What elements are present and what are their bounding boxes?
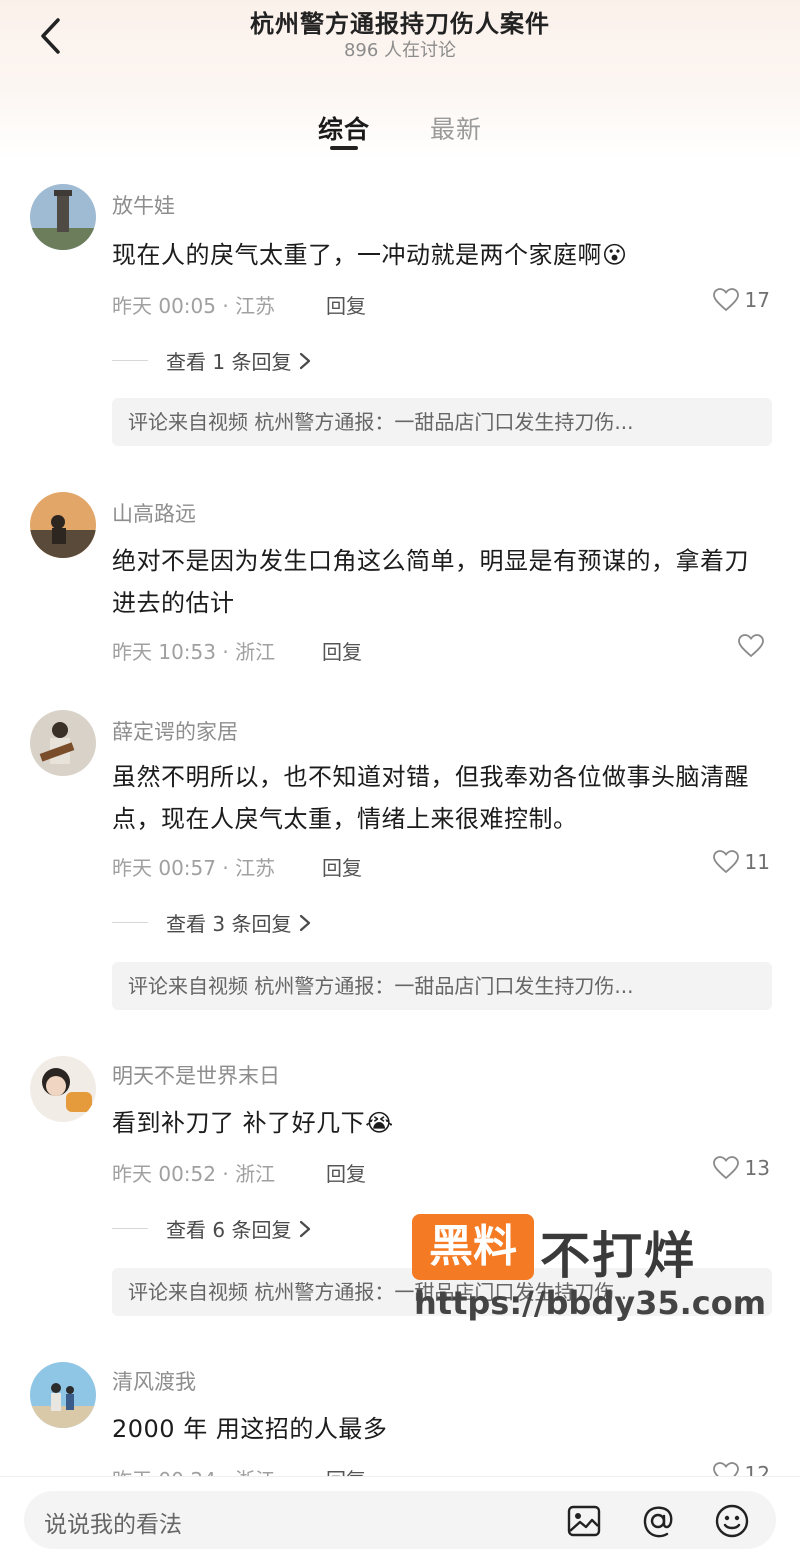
comment-text: 绝对不是因为发生口角这么简单，明显是有预谋的，拿着刀进去的估计 bbox=[112, 547, 749, 617]
avatar[interactable] bbox=[30, 184, 96, 250]
view-replies-link[interactable]: 查看 3 条回复 bbox=[112, 908, 313, 937]
reply-button[interactable]: 回复 bbox=[322, 852, 362, 881]
like-button[interactable]: 13 bbox=[712, 1156, 770, 1180]
heart-outline-icon bbox=[712, 1156, 739, 1180]
comment-input[interactable]: 说说我的看法 bbox=[24, 1491, 776, 1549]
divider bbox=[112, 360, 148, 361]
video-source-card[interactable]: 评论来自视频 杭州警方通报：一甜品店门口发生持刀伤... bbox=[112, 398, 772, 446]
comment-meta: 昨天 00:05 · 江苏 bbox=[112, 294, 276, 318]
divider bbox=[112, 1228, 148, 1229]
heart-outline-icon bbox=[738, 634, 764, 658]
video-source-card[interactable]: 评论来自视频 杭州警方通报：一甜品店门口发生持刀伤... bbox=[112, 962, 772, 1010]
tab-latest[interactable]: 最新 bbox=[430, 110, 482, 146]
avatar[interactable] bbox=[30, 492, 96, 558]
like-button[interactable]: 17 bbox=[712, 288, 770, 312]
comment-text: 虽然不明所以，也不知道对错，但我奉劝各位做事头脑清醒点，现在人戾气太重，情绪上来… bbox=[112, 763, 749, 833]
header: 杭州警方通报持刀伤人案件 896 人在讨论 综合 最新 bbox=[0, 0, 800, 160]
comment-username[interactable]: 山高路远 bbox=[112, 498, 196, 528]
tab-comprehensive[interactable]: 综合 bbox=[318, 110, 370, 146]
reply-button[interactable]: 回复 bbox=[326, 290, 366, 319]
at-icon bbox=[643, 1506, 673, 1538]
view-replies-link[interactable]: 查看 6 条回复 bbox=[112, 1214, 313, 1243]
comment-input-bar: 说说我的看法 bbox=[0, 1476, 800, 1554]
active-tab-indicator bbox=[330, 146, 358, 150]
watermark-badge: 黑料 bbox=[412, 1214, 534, 1280]
divider bbox=[112, 922, 148, 923]
image-icon bbox=[567, 1505, 601, 1537]
comment-input-placeholder: 说说我的看法 bbox=[44, 1512, 182, 1538]
emoji-icon bbox=[715, 1504, 749, 1538]
view-replies-label: 查看 1 条回复 bbox=[166, 350, 292, 374]
heart-outline-icon bbox=[712, 288, 739, 312]
view-replies-link[interactable]: 查看 1 条回复 bbox=[112, 346, 313, 375]
watermark: 黑料 不打烊 https://bbdy35.com bbox=[412, 1214, 766, 1324]
heart-outline-icon bbox=[712, 850, 739, 874]
reply-button[interactable]: 回复 bbox=[326, 1158, 366, 1187]
like-count: 11 bbox=[744, 850, 770, 874]
image-button[interactable] bbox=[564, 1501, 604, 1541]
page-title: 杭州警方通报持刀伤人案件 bbox=[250, 10, 550, 38]
chevron-right-icon bbox=[300, 1220, 311, 1237]
comment-text: 现在人的戾气太重了，一冲动就是两个家庭啊😮 bbox=[112, 241, 628, 269]
like-count: 13 bbox=[744, 1156, 770, 1180]
view-replies-label: 查看 6 条回复 bbox=[166, 1218, 292, 1242]
comment-text: 看到补刀了 补了好几下😭 bbox=[112, 1109, 394, 1137]
comment-meta: 昨天 00:57 · 江苏 bbox=[112, 856, 276, 880]
comment-text: 2000 年 用这招的人最多 bbox=[112, 1415, 388, 1443]
comment-meta: 昨天 00:52 · 浙江 bbox=[112, 1162, 276, 1186]
avatar[interactable] bbox=[30, 710, 96, 776]
discussion-count: 896 人在讨论 bbox=[343, 40, 457, 61]
like-count: 17 bbox=[744, 288, 770, 312]
reply-button[interactable]: 回复 bbox=[322, 636, 362, 665]
watermark-text: 不打烊 bbox=[540, 1227, 696, 1285]
comment-meta: 昨天 10:53 · 浙江 bbox=[112, 640, 276, 664]
view-replies-label: 查看 3 条回复 bbox=[166, 912, 292, 936]
comment-username[interactable]: 清风渡我 bbox=[112, 1366, 196, 1396]
mention-button[interactable] bbox=[638, 1501, 678, 1541]
comment-username[interactable]: 薛定谔的家居 bbox=[112, 716, 238, 746]
like-button[interactable] bbox=[738, 634, 770, 658]
emoji-button[interactable] bbox=[712, 1501, 752, 1541]
like-button[interactable]: 11 bbox=[712, 850, 770, 874]
comment-username[interactable]: 放牛娃 bbox=[112, 190, 175, 220]
watermark-url: https://bbdy35.com bbox=[414, 1284, 767, 1322]
avatar[interactable] bbox=[30, 1056, 96, 1122]
chevron-right-icon bbox=[300, 352, 311, 369]
avatar[interactable] bbox=[30, 1362, 96, 1428]
chevron-right-icon bbox=[300, 914, 311, 931]
comment-username[interactable]: 明天不是世界末日 bbox=[112, 1060, 280, 1090]
